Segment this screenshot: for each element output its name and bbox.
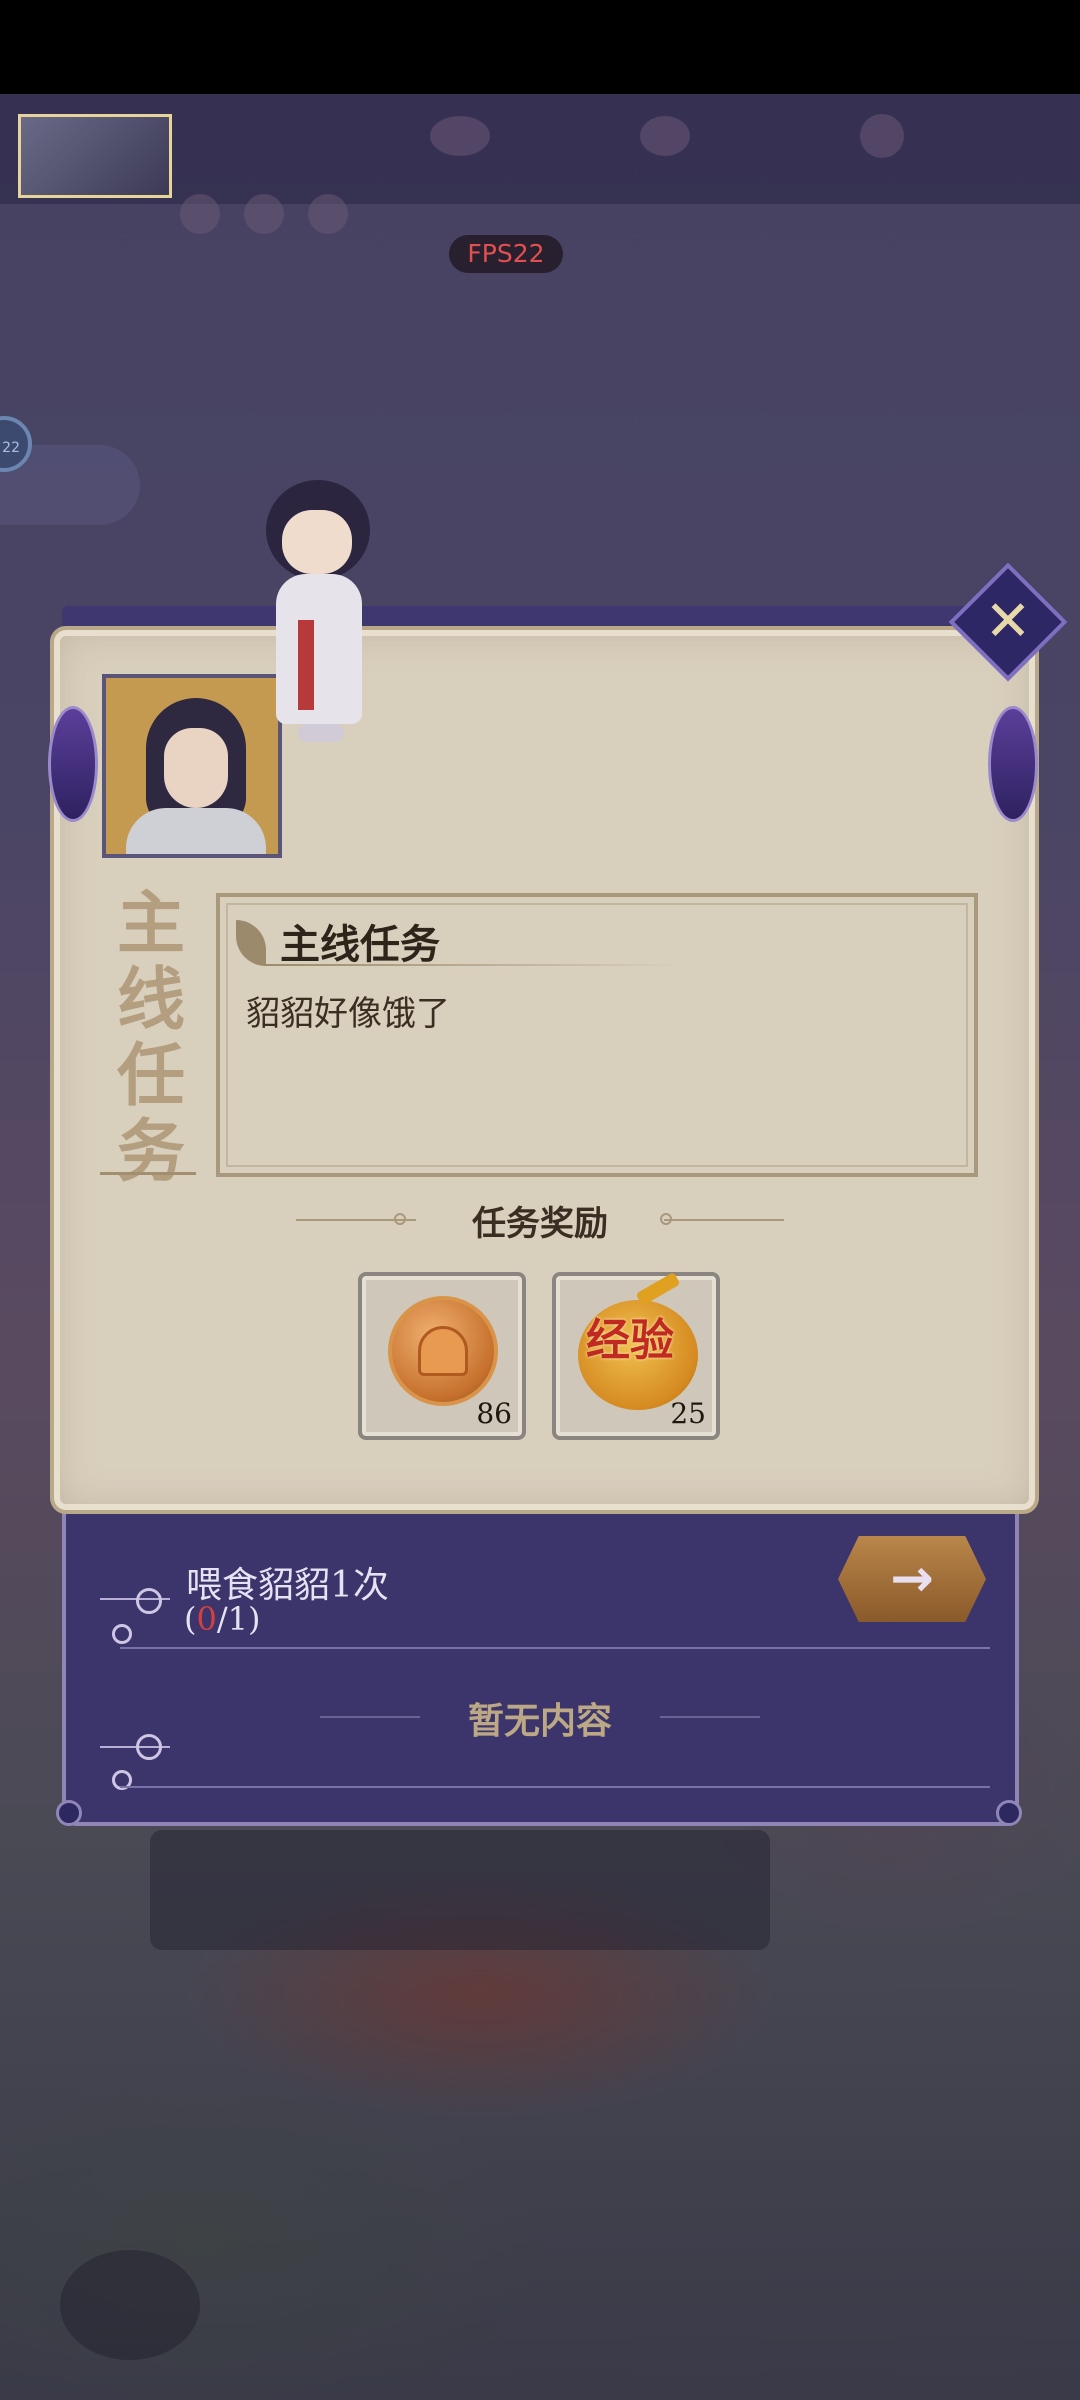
task-description: 貂貂好像饿了 bbox=[246, 994, 450, 1034]
flower-icon bbox=[112, 1624, 132, 1644]
corner-ornament bbox=[56, 1800, 82, 1826]
vertical-title-char: 主 bbox=[116, 884, 185, 964]
reward-section-title: 任务奖励 bbox=[472, 1204, 608, 1244]
arrow-right-icon[interactable]: → bbox=[838, 1536, 986, 1622]
reward-item-exp[interactable]: 经验 25 bbox=[552, 1271, 720, 1440]
hud-star bbox=[180, 194, 220, 234]
status-bar bbox=[0, 0, 1080, 94]
exp-label: 经验 bbox=[586, 1315, 674, 1366]
npc-portrait bbox=[102, 674, 282, 858]
coin-icon bbox=[388, 1296, 498, 1406]
row-divider bbox=[120, 1647, 990, 1649]
goal-progress-current: 0 bbox=[196, 1600, 217, 1638]
task-goal-panel bbox=[62, 1480, 1019, 1826]
reward-divider-dot bbox=[394, 1213, 406, 1225]
empty-divider-left bbox=[320, 1716, 420, 1718]
reward-count: 86 bbox=[476, 1397, 512, 1430]
player-avatar-frame[interactable] bbox=[18, 114, 172, 198]
hud-icon bbox=[860, 114, 904, 158]
empty-divider-right bbox=[660, 1716, 760, 1718]
right-wing-ornament bbox=[988, 706, 1038, 822]
fps-counter: FPS22 bbox=[449, 235, 563, 273]
exp-arrow-icon bbox=[635, 1271, 681, 1307]
hud-icon bbox=[430, 116, 490, 156]
vertical-title-char: 任 bbox=[116, 1036, 185, 1116]
npc-chibi-character bbox=[258, 480, 382, 760]
corner-ornament bbox=[996, 1800, 1022, 1826]
flower-icon bbox=[136, 1734, 162, 1760]
close-icon[interactable]: ✕ bbox=[966, 580, 1050, 664]
left-wing-ornament bbox=[48, 706, 98, 822]
vertical-title-underline bbox=[100, 1172, 196, 1175]
empty-text: 暂无内容 bbox=[467, 1700, 612, 1742]
reward-count: 25 bbox=[670, 1397, 706, 1430]
flower-icon bbox=[136, 1588, 162, 1614]
goal-progress: (0/1) bbox=[184, 1600, 261, 1638]
scene-bottom-button bbox=[60, 2250, 200, 2360]
reward-divider-right bbox=[664, 1219, 784, 1221]
task-title-divider bbox=[264, 964, 684, 966]
scene-building-roof bbox=[150, 1830, 770, 1950]
hud-star bbox=[308, 194, 348, 234]
vertical-title-char: 务 bbox=[116, 1112, 185, 1192]
row-divider bbox=[120, 1786, 990, 1788]
vertical-title: 主 线 任 务 bbox=[116, 886, 186, 1190]
hud-star bbox=[244, 194, 284, 234]
vertical-title-char: 线 bbox=[116, 960, 185, 1040]
hud-icon bbox=[640, 116, 690, 156]
task-title: 主线任务 bbox=[280, 921, 440, 968]
reward-item-coin[interactable]: 86 bbox=[358, 1272, 526, 1440]
